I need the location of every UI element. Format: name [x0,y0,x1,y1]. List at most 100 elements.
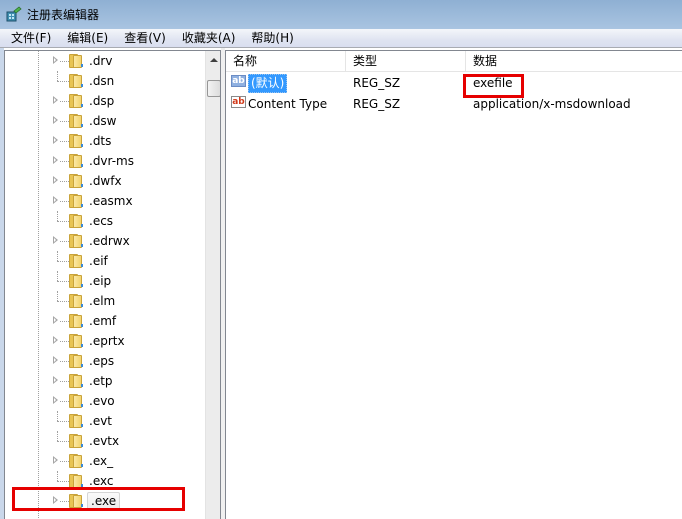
tree-item-label: .eif [89,254,108,268]
regedit-icon [5,6,22,23]
tree-item[interactable]: .dsw [5,111,201,131]
folder-icon [68,193,84,209]
folder-icon [68,213,84,229]
folder-icon [68,373,84,389]
folder-icon [68,153,84,169]
title-bar: 注册表编辑器 [0,0,682,29]
tree-item-label: .dvr-ms [89,154,134,168]
tree-item[interactable]: .drv [5,51,201,71]
expand-arrow-icon[interactable] [53,236,58,244]
expand-arrow-icon[interactable] [53,316,58,324]
tree-item[interactable]: .eip [5,271,201,291]
tree-item[interactable]: .easmx [5,191,201,211]
expand-arrow-icon[interactable] [53,336,58,344]
tree-item[interactable]: .dwfx [5,171,201,191]
folder-icon [68,393,84,409]
tree-connector [57,291,58,301]
value-name: Content Type [248,97,328,111]
string-value-icon: ab [231,96,246,108]
tree-item[interactable]: .exc [5,471,201,491]
folder-icon [68,93,84,109]
window-title: 注册表编辑器 [27,8,100,22]
folder-icon [68,433,84,449]
menu-edit[interactable]: 编辑(E) [59,29,116,47]
expand-arrow-icon[interactable] [53,176,58,184]
menu-help[interactable]: 帮助(H) [243,29,301,47]
registry-tree[interactable]: .drv .dsn .dsp .dsw .dts .dvr-ms .dwfx .easmx .e… [4,50,221,519]
menu-favorites[interactable]: 收藏夹(A) [174,29,244,47]
folder-icon [68,453,84,469]
expand-arrow-icon[interactable] [53,376,58,384]
folder-icon [68,493,84,509]
tree-item-label: .edrwx [89,234,130,248]
tree-item[interactable]: .evo [5,391,201,411]
tree-item[interactable]: .elm [5,291,201,311]
expand-arrow-icon[interactable] [53,136,58,144]
scroll-thumb[interactable] [207,80,220,97]
folder-icon [68,293,84,309]
tree-item[interactable]: .dts [5,131,201,151]
value-type: REG_SZ [353,76,401,90]
folder-icon [68,313,84,329]
tree-scrollbar[interactable] [205,51,220,519]
expand-arrow-icon[interactable] [53,396,58,404]
tree-item[interactable]: .dsn [5,71,201,91]
folder-icon [68,53,84,69]
tree-item[interactable]: .etp [5,371,201,391]
tree-item-label: .evtx [89,434,120,448]
tree-item[interactable]: .evt [5,411,201,431]
tree-item[interactable]: .emf [5,311,201,331]
value-data: application/x-msdownload [473,97,631,111]
string-value-icon: ab [231,75,246,87]
tree-item-label: .dsn [89,74,115,88]
tree-item[interactable]: .evtx [5,431,201,451]
tree-item[interactable]: .edrwx [5,231,201,251]
expand-arrow-icon[interactable] [53,356,58,364]
tree-item-label: .dts [89,134,112,148]
tree-item[interactable]: .ex_ [5,451,201,471]
column-header-data[interactable]: 数据 [466,51,682,72]
expand-arrow-icon[interactable] [53,56,58,64]
column-header-type[interactable]: 类型 [346,51,466,72]
folder-icon [68,233,84,249]
folder-icon [68,113,84,129]
column-header-name[interactable]: 名称 [226,51,346,72]
tree-item-label: .eip [89,274,112,288]
menu-view[interactable]: 查看(V) [116,29,174,47]
tree-item[interactable]: .ecs [5,211,201,231]
folder-icon [68,333,84,349]
tree-item-label: .dsw [89,114,117,128]
tree-item-label: .ecs [89,214,114,228]
expand-arrow-icon[interactable] [53,116,58,124]
tree-item[interactable]: .dvr-ms [5,151,201,171]
tree-item[interactable]: .eif [5,251,201,271]
value-row[interactable]: ab Content Type REG_SZ application/x-msdown… [226,94,682,114]
tree-connector [57,431,58,441]
tree-connector [57,211,58,221]
tree-connector [57,271,58,281]
tree-item-label: .eprtx [89,334,125,348]
expand-arrow-icon[interactable] [53,456,58,464]
folder-icon [68,133,84,149]
tree-item-label: .dwfx [89,174,122,188]
menu-file[interactable]: 文件(F) [3,29,59,47]
expand-arrow-icon[interactable] [53,96,58,104]
tree-item[interactable]: .exe [5,491,201,511]
tree-connector [57,411,58,421]
scroll-up-arrow-icon[interactable] [210,58,218,62]
value-row[interactable]: ab (默认) REG_SZ exefile [226,73,682,93]
list-header: 名称 类型 数据 [226,51,682,72]
tree-item[interactable]: .dsp [5,91,201,111]
expand-arrow-icon[interactable] [53,196,58,204]
folder-icon [68,253,84,269]
expand-arrow-icon[interactable] [53,496,58,504]
tree-item[interactable]: .eprtx [5,331,201,351]
value-name: (默认) [248,74,288,93]
tree-item[interactable]: .eps [5,351,201,371]
tree-item-label: .emf [89,314,117,328]
tree-connector [57,471,58,481]
tree-item-label: .easmx [89,194,133,208]
tree-item-label: .dsp [89,94,115,108]
folder-icon [68,73,84,89]
expand-arrow-icon[interactable] [53,156,58,164]
